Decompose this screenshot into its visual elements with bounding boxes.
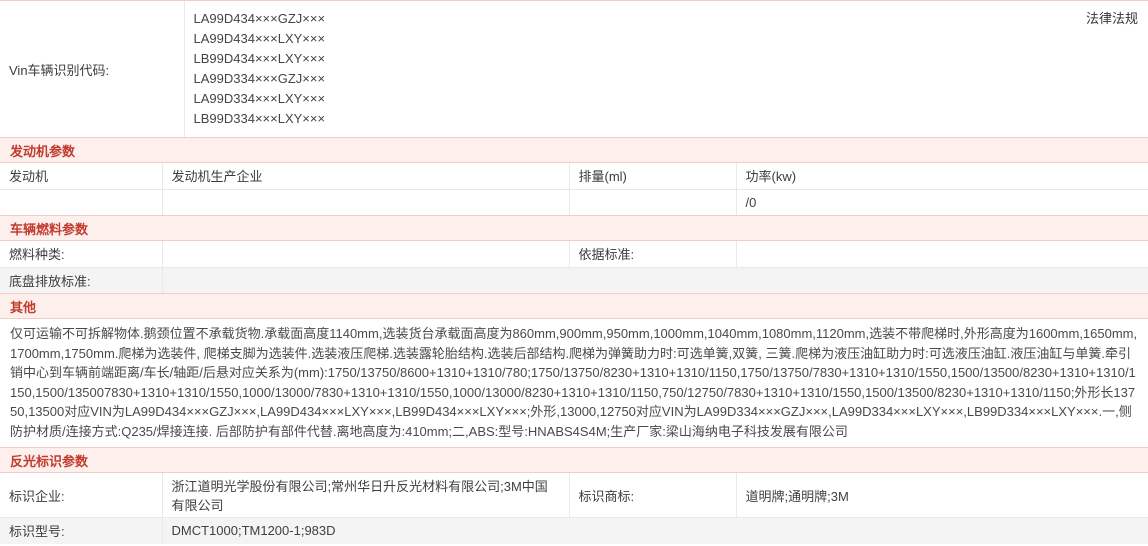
engine-header-row: 发动机 发动机生产企业 排量(ml) 功率(kw) bbox=[0, 163, 1148, 189]
power-value: /0 bbox=[736, 189, 1148, 215]
standard-label: 依据标准: bbox=[569, 241, 736, 267]
marking-company-label: 标识企业: bbox=[0, 473, 162, 518]
engine-manufacturer-col-header: 发动机生产企业 bbox=[162, 163, 569, 189]
fuel-type-value bbox=[162, 241, 569, 267]
marking-model-label: 标识型号: bbox=[0, 518, 162, 544]
vin-table: Vin车辆识别代码: LA99D434×××GZJ××× LA99D434×××… bbox=[0, 1, 1148, 137]
fuel-section-header: 车辆燃料参数 bbox=[0, 215, 1148, 241]
engine-section-header: 发动机参数 bbox=[0, 137, 1148, 163]
vin-code: LA99D334×××LXY××× bbox=[194, 89, 1140, 109]
vin-code: LA99D434×××GZJ××× bbox=[194, 9, 1140, 29]
reflective-section-header: 反光标识参数 bbox=[0, 447, 1148, 473]
vin-code-list: LA99D434×××GZJ××× LA99D434×××LXY××× LB99… bbox=[184, 1, 1148, 137]
engine-col-header: 发动机 bbox=[0, 163, 162, 189]
chassis-emission-row: 底盘排放标准: bbox=[0, 267, 1148, 293]
legal-regulations-link[interactable]: 法律法规 bbox=[1086, 8, 1138, 27]
vin-code: LB99D334×××LXY××× bbox=[194, 109, 1140, 129]
other-section-header: 其他 bbox=[0, 293, 1148, 319]
marking-model-value: DMCT1000;TM1200-1;983D bbox=[162, 518, 1148, 544]
power-col-header: 功率(kw) bbox=[736, 163, 1148, 189]
marking-trademark-label: 标识商标: bbox=[569, 473, 736, 518]
engine-manufacturer-value bbox=[162, 189, 569, 215]
other-spec-text: 仅可运输不可拆解物体.鹅颈位置不承载货物.承载面高度1140mm,选装货台承载面… bbox=[0, 319, 1148, 447]
reflective-table: 标识企业: 浙江道明光学股份有限公司;常州华日升反光材料有限公司;3M中国有限公… bbox=[0, 473, 1148, 544]
vin-code: LB99D434×××LXY××× bbox=[194, 49, 1140, 69]
fuel-type-label: 燃料种类: bbox=[0, 241, 162, 267]
fuel-type-row: 燃料种类: 依据标准: bbox=[0, 241, 1148, 267]
marking-model-row: 标识型号: DMCT1000;TM1200-1;983D bbox=[0, 518, 1148, 544]
engine-value-row: /0 bbox=[0, 189, 1148, 215]
engine-value bbox=[0, 189, 162, 215]
vin-code: LA99D434×××LXY××× bbox=[194, 29, 1140, 49]
fuel-table: 燃料种类: 依据标准: 底盘排放标准: bbox=[0, 241, 1148, 293]
vin-code: LA99D334×××GZJ××× bbox=[194, 69, 1140, 89]
displacement-col-header: 排量(ml) bbox=[569, 163, 736, 189]
vin-row: Vin车辆识别代码: LA99D434×××GZJ××× LA99D434×××… bbox=[0, 1, 1148, 137]
vin-label: Vin车辆识别代码: bbox=[0, 1, 184, 137]
chassis-emission-value bbox=[162, 267, 1148, 293]
chassis-emission-label: 底盘排放标准: bbox=[0, 267, 162, 293]
standard-value bbox=[736, 241, 1148, 267]
marking-company-value: 浙江道明光学股份有限公司;常州华日升反光材料有限公司;3M中国有限公司 bbox=[162, 473, 569, 518]
vehicle-spec-page: Vin车辆识别代码: LA99D434×××GZJ××× LA99D434×××… bbox=[0, 0, 1148, 544]
marking-trademark-value: 道明牌;通明牌;3M bbox=[736, 473, 1148, 518]
engine-table: 发动机 发动机生产企业 排量(ml) 功率(kw) /0 bbox=[0, 163, 1148, 215]
displacement-value bbox=[569, 189, 736, 215]
marking-company-row: 标识企业: 浙江道明光学股份有限公司;常州华日升反光材料有限公司;3M中国有限公… bbox=[0, 473, 1148, 518]
